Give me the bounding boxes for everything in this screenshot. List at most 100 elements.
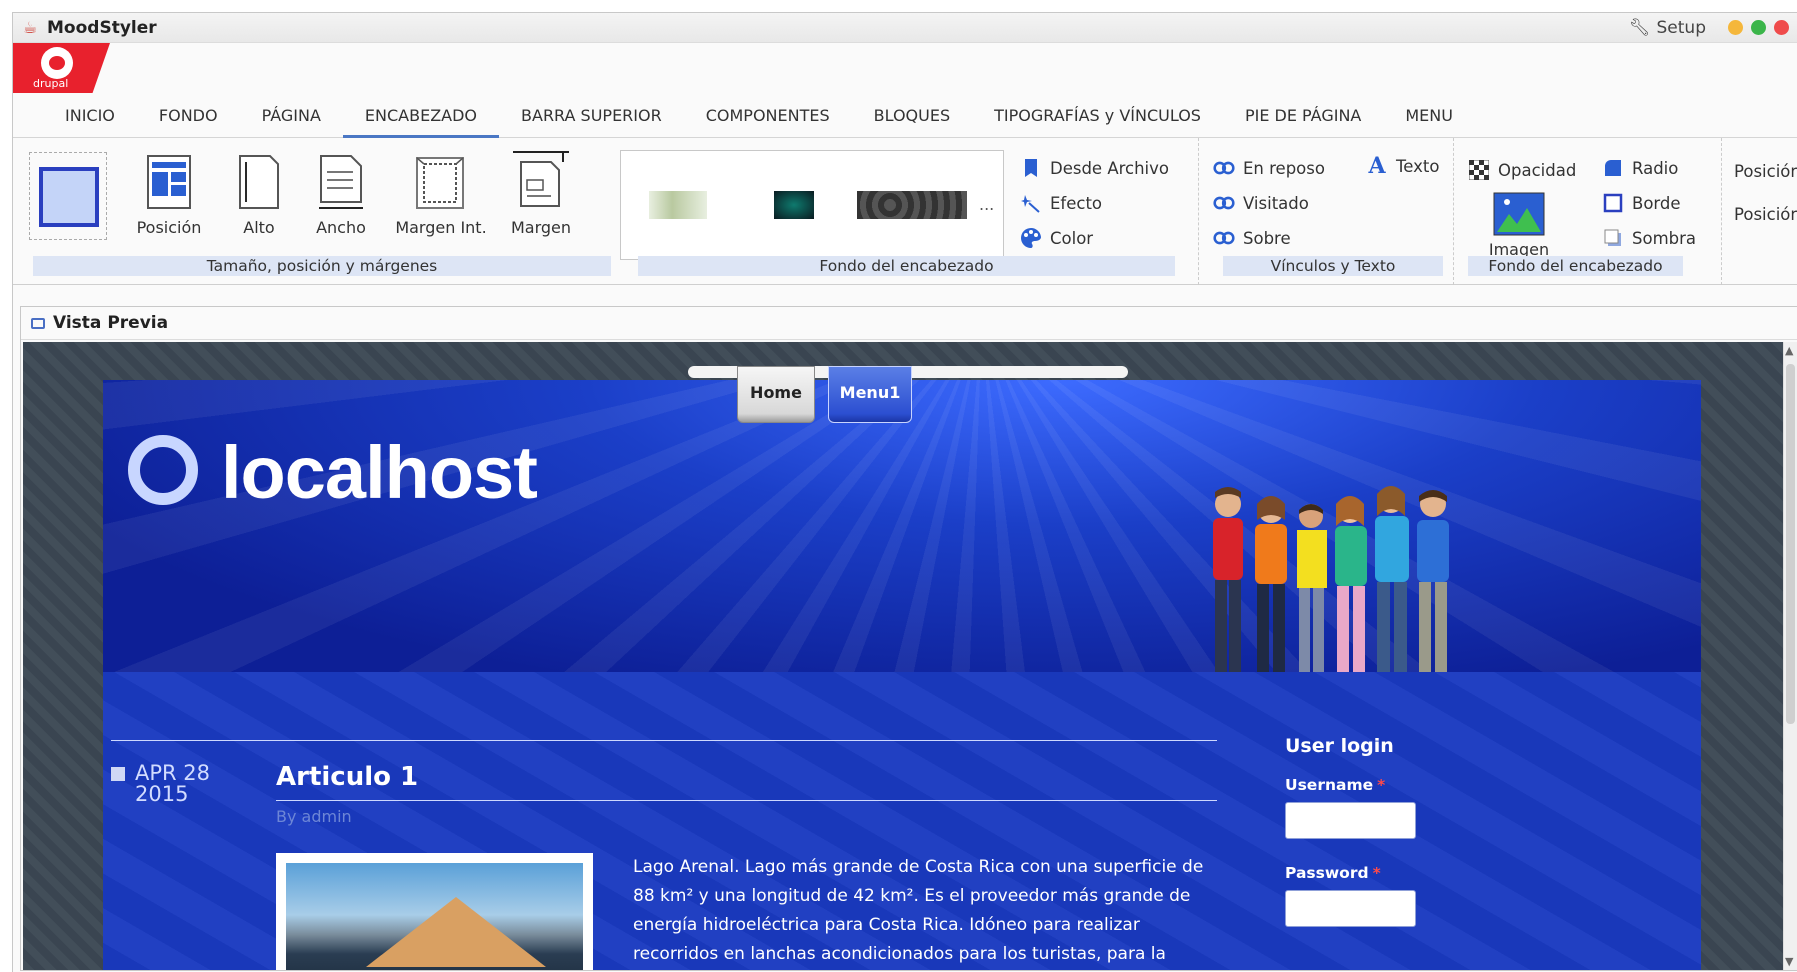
app-title: MoodStyler xyxy=(47,17,157,38)
tab-menu[interactable]: MENU xyxy=(1383,93,1475,138)
dark-teal-background-thumb[interactable] xyxy=(774,191,814,219)
app-window: ☕ MoodStyler 🔧︎ Setup drupal INICIO FOND… xyxy=(12,12,1797,972)
links-text-group: En reposo Visitado Sobre A Texto Vínculo… xyxy=(1198,138,1443,285)
wrench-icon: 🔧︎ xyxy=(1628,17,1651,38)
preview-panel: Vista Previa localhost Home Menu1 APR 28… xyxy=(20,306,1797,971)
links-text-group-label: Vínculos y Texto xyxy=(1223,256,1443,276)
sombra-button[interactable]: Sombra xyxy=(1602,228,1696,248)
margen-label: Margen xyxy=(510,218,572,237)
link-chain-icon xyxy=(1213,158,1235,178)
scrollbar-thumb[interactable] xyxy=(1786,364,1795,724)
margin-icon xyxy=(513,151,569,207)
gear-background-thumb[interactable] xyxy=(857,191,967,219)
article-body-text: Lago Arenal. Lago más grande de Costa Ri… xyxy=(633,857,1204,964)
tab-bloques[interactable]: BLOQUES xyxy=(852,93,972,138)
password-label: Password * xyxy=(1285,864,1381,882)
efecto-label: Efecto xyxy=(1050,193,1103,213)
radio-button[interactable]: Radio xyxy=(1602,158,1678,178)
posicion-button-1[interactable]: Posición xyxy=(1734,162,1797,181)
shadow-square-icon xyxy=(1602,228,1624,248)
setup-label: Setup xyxy=(1656,17,1706,38)
tab-encabezado[interactable]: ENCABEZADO xyxy=(342,93,500,138)
posicion-button-2[interactable]: Posición xyxy=(1734,205,1797,224)
alto-button[interactable]: Alto xyxy=(229,152,289,237)
margen-int-button[interactable]: Margen Int. xyxy=(391,152,491,237)
posicion-2-label: Posición xyxy=(1734,205,1797,224)
nav-menu1-link[interactable]: Menu1 xyxy=(828,366,912,423)
mountain-photo xyxy=(286,863,583,970)
efecto-button[interactable]: Efecto xyxy=(1020,193,1102,213)
position-layout-icon xyxy=(147,155,191,209)
tab-componentes[interactable]: COMPONENTES xyxy=(684,93,852,138)
username-input[interactable] xyxy=(1285,802,1416,839)
en-reposo-button[interactable]: En reposo xyxy=(1213,158,1325,178)
calendar-icon xyxy=(111,767,125,781)
size-group-label: Tamaño, posición y márgenes xyxy=(33,256,611,276)
children-group-image xyxy=(1193,480,1483,672)
selected-area-button[interactable] xyxy=(29,152,107,240)
user-login-title: User login xyxy=(1285,735,1394,757)
scroll-up-arrow-icon[interactable]: ▲ xyxy=(1785,344,1793,357)
password-input[interactable] xyxy=(1285,890,1416,927)
preview-viewport[interactable]: localhost Home Menu1 APR 28 2015 Articul… xyxy=(23,342,1787,970)
tab-pie-de-pagina[interactable]: PIE DE PÁGINA xyxy=(1223,93,1383,138)
sombra-label: Sombra xyxy=(1632,228,1697,248)
magic-wand-icon xyxy=(1020,193,1042,213)
image-picture-icon xyxy=(1493,192,1545,236)
imagen-button[interactable]: Imagen xyxy=(1484,192,1554,259)
header-bg-options-group: Opacidad Imagen Radio Borde Sombra Fondo… xyxy=(1453,138,1713,285)
sobre-button[interactable]: Sobre xyxy=(1213,228,1291,248)
color-label: Color xyxy=(1050,228,1094,248)
tab-inicio[interactable]: INICIO xyxy=(43,93,137,138)
posicion-label: Posición xyxy=(136,218,202,237)
desde-archivo-label: Desde Archivo xyxy=(1050,158,1170,178)
nav-home-link[interactable]: Home xyxy=(737,366,815,423)
ribbon: Posición Alto Ancho Margen Int. Margen T… xyxy=(13,138,1797,285)
scroll-down-arrow-icon[interactable]: ▼ xyxy=(1785,955,1793,968)
content-divider xyxy=(111,740,1217,741)
drupal-logo-text: drupal xyxy=(33,77,69,90)
close-button[interactable] xyxy=(1774,20,1789,35)
article-byline: By admin xyxy=(276,807,352,826)
desde-archivo-button[interactable]: Desde Archivo xyxy=(1020,158,1169,178)
tab-tipografias[interactable]: TIPOGRAFÍAS y VÍNCULOS xyxy=(972,93,1223,138)
text-font-icon: A xyxy=(1368,153,1386,179)
article-title[interactable]: Articulo 1 xyxy=(276,762,418,792)
position-group: Posición Posición xyxy=(1721,138,1797,285)
texto-label: Texto xyxy=(1396,156,1440,176)
tab-pagina[interactable]: PÁGINA xyxy=(240,93,343,138)
article-title-underline xyxy=(276,800,1217,801)
minimize-button[interactable] xyxy=(1728,20,1743,35)
inner-margin-icon xyxy=(416,157,464,209)
texto-button[interactable]: A Texto xyxy=(1366,153,1440,179)
setup-button[interactable]: 🔧︎ Setup xyxy=(1629,18,1706,38)
tab-fondo[interactable]: FONDO xyxy=(137,93,240,138)
color-button[interactable]: Color xyxy=(1020,227,1094,248)
title-bar: ☕ MoodStyler 🔧︎ Setup xyxy=(13,13,1797,43)
site-name[interactable]: localhost xyxy=(221,430,538,515)
opacidad-button[interactable]: Opacidad xyxy=(1468,160,1576,180)
coffee-cup-icon: ☕ xyxy=(22,17,38,37)
site-header[interactable]: localhost xyxy=(103,380,1701,672)
ancho-button[interactable]: Ancho xyxy=(311,152,371,237)
tab-barra-superior[interactable]: BARRA SUPERIOR xyxy=(499,93,684,138)
visitado-button[interactable]: Visitado xyxy=(1213,193,1309,213)
user-login-block: User login Username * Password * xyxy=(1285,735,1585,927)
borde-button[interactable]: Borde xyxy=(1602,193,1681,213)
header-bg-group: ... Desde Archivo Efecto Color Fondo del… xyxy=(620,138,1195,285)
main-tabs: INICIO FONDO PÁGINA ENCABEZADO BARRA SUP… xyxy=(13,93,1797,138)
more-backgrounds-button[interactable]: ... xyxy=(979,195,994,214)
checkerboard-icon xyxy=(1468,160,1490,180)
area-swatch-icon xyxy=(39,167,99,227)
preview-scrollbar[interactable]: ▲ ▼ xyxy=(1783,342,1797,970)
background-thumbnails: ... xyxy=(620,150,1004,260)
link-chain-icon xyxy=(1213,228,1235,248)
maximize-button[interactable] xyxy=(1751,20,1766,35)
floral-background-thumb[interactable] xyxy=(649,191,707,219)
drupal-drop-icon xyxy=(41,47,73,79)
palette-icon xyxy=(1020,227,1042,248)
opacidad-label: Opacidad xyxy=(1498,160,1577,180)
posicion-1-label: Posición xyxy=(1734,162,1797,181)
margen-button[interactable]: Margen xyxy=(506,148,576,237)
posicion-button[interactable]: Posición xyxy=(129,152,209,237)
